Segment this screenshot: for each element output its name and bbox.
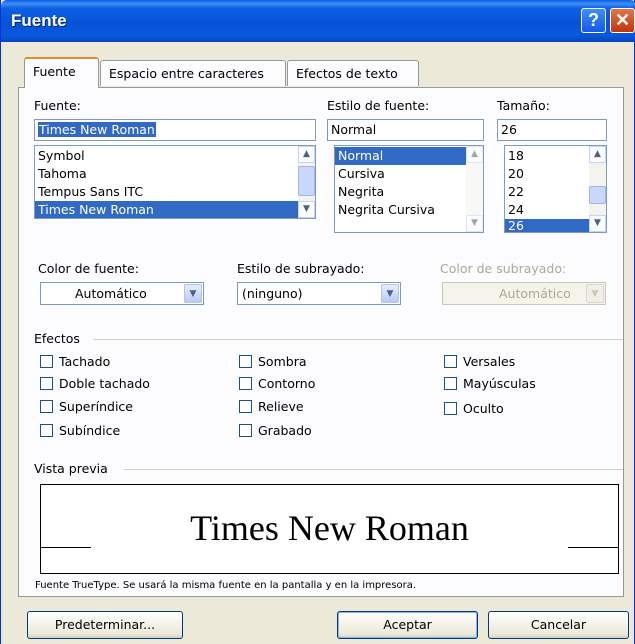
tab-fuente-label: Fuente <box>33 64 76 79</box>
scroll-up-icon[interactable]: ▲ <box>589 146 606 163</box>
font-dialog: Fuente ? ✕ Fuente Espacio entre caracter… <box>0 0 635 644</box>
default-button[interactable]: Predeterminar... <box>27 611 183 639</box>
checkbox-grabado[interactable]: Grabado <box>239 423 312 438</box>
font-color-value: Automático <box>75 286 147 301</box>
checkbox-label: Grabado <box>258 423 312 438</box>
dialog-title: Fuente <box>11 11 67 30</box>
checkbox-label: Sombra <box>258 354 307 369</box>
checkbox-subindice[interactable]: Subíndice <box>40 423 120 438</box>
chevron-down-icon[interactable]: ▼ <box>381 284 399 303</box>
font-name-input[interactable]: Times New Roman <box>34 119 316 141</box>
checkbox-box[interactable] <box>239 424 252 437</box>
chevron-down-icon: ▼ <box>586 284 604 303</box>
preview-text: Times New Roman <box>190 508 469 548</box>
checkbox-box[interactable] <box>40 424 53 437</box>
scroll-up-icon: ▲ <box>466 146 483 163</box>
cancel-button[interactable]: Cancelar <box>488 611 629 639</box>
underline-style-value: (ninguno) <box>242 286 303 301</box>
scroll-up-icon[interactable]: ▲ <box>298 146 315 163</box>
preview-baseline-right <box>568 547 618 548</box>
font-label: Fuente: <box>34 98 81 113</box>
style-list-scrollbar: ▲ ▼ <box>466 146 483 232</box>
checkbox-tachado[interactable]: Tachado <box>40 354 110 369</box>
checkbox-label: Relieve <box>258 399 304 414</box>
checkbox-box[interactable] <box>239 377 252 390</box>
scroll-down-icon[interactable]: ▼ <box>589 215 606 232</box>
font-color-label: Color de fuente: <box>38 261 139 276</box>
scroll-thumb[interactable] <box>298 166 315 196</box>
checkbox-versales[interactable]: Versales <box>444 354 515 369</box>
font-list-item[interactable]: Symbol <box>35 147 315 165</box>
checkbox-relieve[interactable]: Relieve <box>239 399 304 414</box>
font-color-dropdown[interactable]: Automático ▼ <box>40 282 204 305</box>
effects-group-label: Efectos <box>34 331 80 346</box>
size-list-item-selected[interactable]: 26 <box>505 219 589 232</box>
chevron-down-icon[interactable]: ▼ <box>184 284 202 303</box>
style-list-item[interactable]: Negrita <box>335 183 483 201</box>
scroll-thumb[interactable] <box>589 186 606 204</box>
checkbox-contorno[interactable]: Contorno <box>239 376 315 391</box>
underline-color-dropdown: Automático ▼ <box>442 282 606 305</box>
size-label: Tamaño: <box>497 98 550 113</box>
scroll-down-icon: ▼ <box>466 215 483 232</box>
font-size-input[interactable]: 26 <box>497 119 607 141</box>
tab-espacio-label: Espacio entre caracteres <box>109 66 264 81</box>
ok-button[interactable]: Aceptar <box>337 611 478 639</box>
font-style-input[interactable]: Normal <box>327 119 484 141</box>
size-list-scrollbar[interactable]: ▲ ▼ <box>589 146 606 232</box>
tab-espacio-caracteres[interactable]: Espacio entre caracteres <box>100 60 286 86</box>
font-name-value: Times New Roman <box>38 122 156 137</box>
font-list-item-selected[interactable]: Times New Roman <box>35 201 315 218</box>
font-list-item[interactable]: Tempus Sans ITC <box>35 183 315 201</box>
checkbox-label: Mayúsculas <box>463 376 536 391</box>
checkbox-label: Subíndice <box>59 423 121 438</box>
checkbox-box[interactable] <box>40 400 53 413</box>
tab-efectos-label: Efectos de texto <box>296 66 398 81</box>
font-list-scrollbar[interactable]: ▲ ▼ <box>298 146 315 218</box>
checkbox-box[interactable] <box>239 400 252 413</box>
scroll-down-icon[interactable]: ▼ <box>298 201 315 218</box>
help-button[interactable]: ? <box>581 8 606 33</box>
underline-color-label: Color de subrayado: <box>440 261 567 276</box>
underline-style-dropdown[interactable]: (ninguno) ▼ <box>237 282 401 305</box>
title-bar[interactable]: Fuente ? ✕ <box>1 0 635 42</box>
checkbox-label: Tachado <box>59 354 111 369</box>
effects-divider <box>93 339 623 340</box>
checkbox-label: Versales <box>463 354 516 369</box>
checkbox-label: Doble tachado <box>59 376 150 391</box>
tab-fuente[interactable]: Fuente <box>24 57 99 88</box>
style-list-item[interactable]: Cursiva <box>335 165 483 183</box>
font-list-item[interactable]: Tahoma <box>35 165 315 183</box>
checkbox-sombra[interactable]: Sombra <box>239 354 307 369</box>
checkbox-box[interactable] <box>444 377 457 390</box>
preview-box: Times New Roman <box>40 484 619 574</box>
preview-group-label: Vista previa <box>34 461 108 476</box>
checkbox-doble-tachado[interactable]: Doble tachado <box>40 376 150 391</box>
checkbox-box[interactable] <box>239 355 252 368</box>
style-list-item-selected[interactable]: Normal <box>335 147 466 165</box>
font-style-list[interactable]: Normal Cursiva Negrita Negrita Cursiva ▲… <box>334 145 484 233</box>
font-size-list[interactable]: 18 20 22 24 26 ▲ ▼ <box>504 145 607 233</box>
checkbox-box[interactable] <box>40 355 53 368</box>
checkbox-box[interactable] <box>444 355 457 368</box>
checkbox-box[interactable] <box>40 377 53 390</box>
checkbox-superindice[interactable]: Superíndice <box>40 399 133 414</box>
underline-color-value: Automático <box>499 286 571 301</box>
style-list-item[interactable]: Negrita Cursiva <box>335 201 483 219</box>
tab-efectos-texto[interactable]: Efectos de texto <box>287 60 419 86</box>
checkbox-oculto[interactable]: Oculto <box>444 401 504 416</box>
preview-divider <box>124 469 623 470</box>
checkbox-label: Oculto <box>463 401 504 416</box>
checkbox-label: Superíndice <box>59 399 133 414</box>
style-label: Estilo de fuente: <box>327 98 430 113</box>
checkbox-mayusculas[interactable]: Mayúsculas <box>444 376 536 391</box>
underline-style-label: Estilo de subrayado: <box>237 261 365 276</box>
close-button[interactable]: ✕ <box>610 8 635 33</box>
checkbox-box[interactable] <box>444 402 457 415</box>
checkbox-label: Contorno <box>258 376 316 391</box>
font-list[interactable]: Symbol Tahoma Tempus Sans ITC Times New … <box>34 145 316 219</box>
truetype-note: Fuente TrueType. Se usará la misma fuent… <box>35 580 417 591</box>
